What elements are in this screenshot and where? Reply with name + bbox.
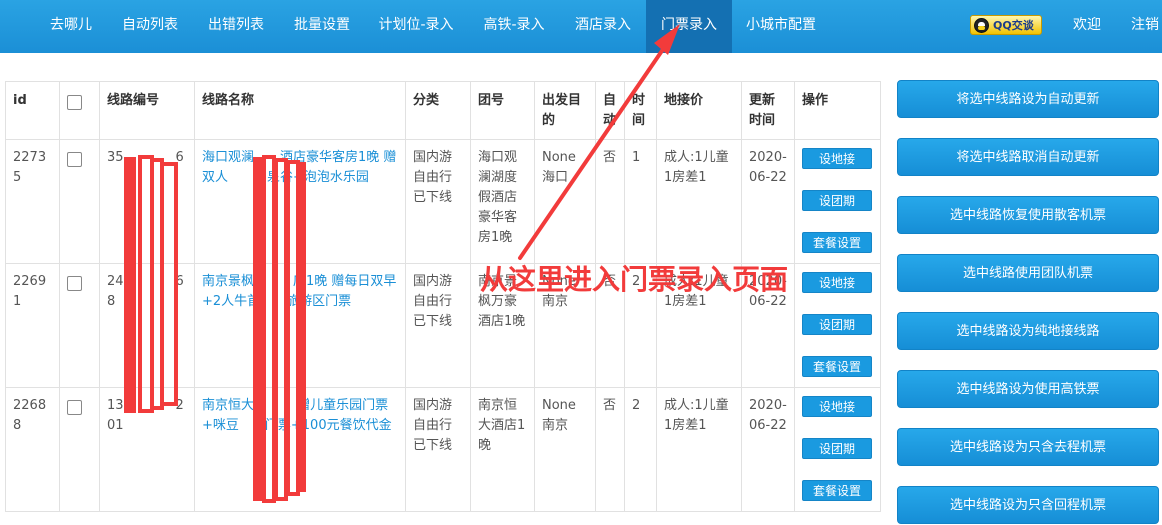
annotation-arrow [518, 24, 680, 260]
annotation-callout: 从这里进入门票录入页面 [480, 263, 789, 296]
